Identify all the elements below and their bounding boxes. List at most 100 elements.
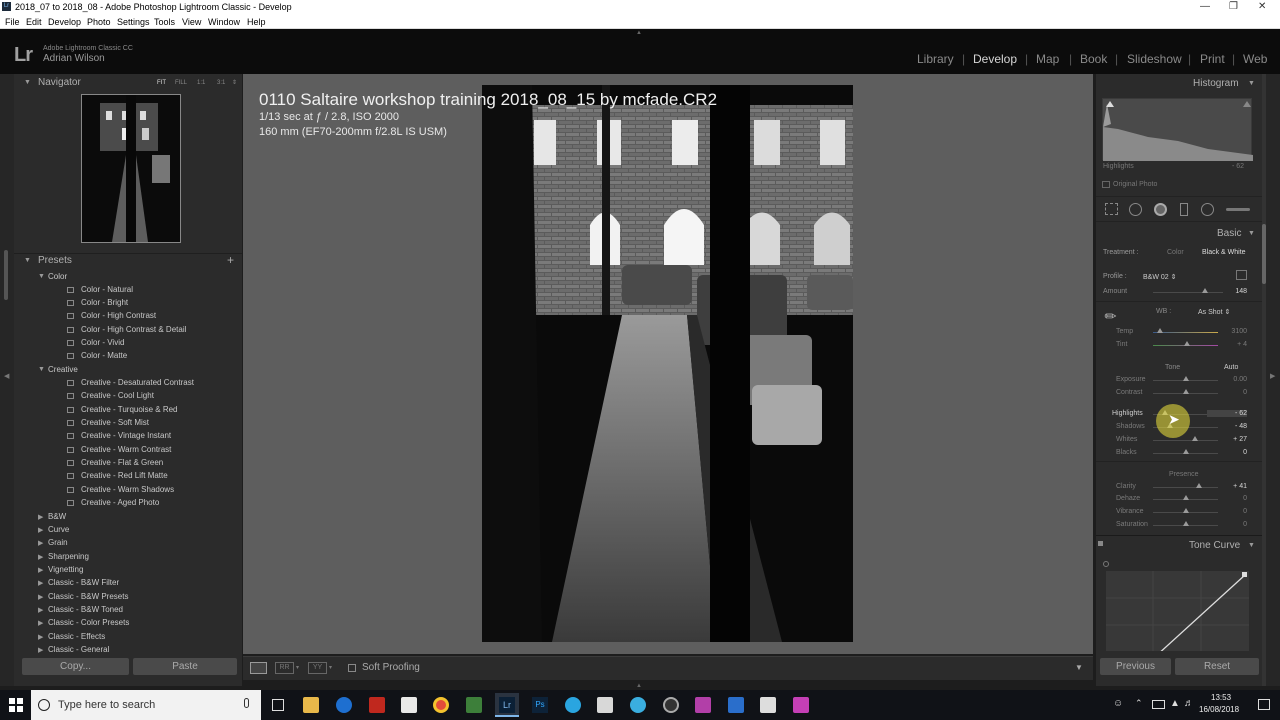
preset-item[interactable]: Creative - Cool Light [67, 391, 154, 400]
saturation-slider-thumb[interactable] [1182, 521, 1189, 526]
color-group-expanded-icon[interactable]: ▼ [38, 273, 45, 280]
dehaze-value[interactable]: 0 [1207, 495, 1247, 502]
profile-browser-icon[interactable] [1236, 270, 1247, 280]
vibrance-slider-thumb[interactable] [1182, 508, 1189, 513]
chrome-icon[interactable] [433, 697, 449, 713]
navigator-preview[interactable] [81, 94, 181, 243]
menu-edit[interactable]: Edit [26, 17, 42, 27]
temp-value[interactable]: 3100 [1207, 328, 1247, 335]
collapse-left-icon[interactable]: ◀ [4, 372, 9, 380]
presets-collapse-icon[interactable]: ▼ [24, 257, 31, 264]
windows-start-icon[interactable] [9, 698, 23, 712]
soft-proofing-checkbox[interactable] [348, 664, 356, 672]
preset-item[interactable]: Creative - Warm Contrast [67, 445, 171, 454]
battery-icon[interactable] [1152, 700, 1165, 709]
panel-toggle-top-icon[interactable]: ▲ [636, 30, 642, 36]
right-edge-strip[interactable]: ▶ [1266, 74, 1280, 686]
volume-icon[interactable]: ♬ [1184, 698, 1194, 709]
red-eye-icon[interactable] [1154, 203, 1167, 216]
wb-dropdown[interactable]: As Shot ⇕ [1198, 308, 1230, 316]
app-icon-red[interactable] [369, 697, 385, 713]
photo-preview[interactable] [482, 85, 853, 642]
shadow-clipping-icon[interactable] [1106, 101, 1114, 107]
whites-slider-thumb[interactable] [1191, 436, 1198, 441]
tone-curve-toggle-icon[interactable] [1098, 541, 1103, 546]
app-icon-purple[interactable] [695, 697, 711, 713]
skype-icon[interactable] [565, 697, 581, 713]
preset-item[interactable]: Creative - Aged Photo [67, 498, 159, 507]
tone-curve-collapse-icon[interactable]: ▼ [1248, 542, 1255, 549]
histogram-collapse-icon[interactable]: ▼ [1248, 80, 1255, 87]
left-panel-scrollbar[interactable] [4, 250, 8, 300]
preset-item[interactable]: Creative - Soft Mist [67, 418, 149, 427]
saturation-value[interactable]: 0 [1207, 521, 1247, 528]
menu-file[interactable]: File [5, 17, 20, 27]
task-view-icon[interactable] [272, 699, 284, 711]
profile-dropdown[interactable]: B&W 02 ⇕ [1143, 273, 1177, 281]
toolbar-options-icon[interactable]: ▼ [1075, 663, 1083, 672]
auto-tone-button[interactable]: Auto [1224, 364, 1238, 371]
clarity-value[interactable]: + 41 [1207, 483, 1247, 490]
image-view[interactable]: 0110 Saltaire workshop training 2018_08_… [243, 74, 1093, 654]
menu-photo[interactable]: Photo [87, 17, 111, 27]
contrast-slider-thumb[interactable] [1182, 389, 1189, 394]
amount-value[interactable]: 148 [1207, 288, 1247, 295]
preset-group[interactable]: B&W [48, 512, 66, 521]
module-develop[interactable]: Develop [973, 52, 1017, 66]
reset-button[interactable]: Reset [1175, 658, 1259, 675]
treatment-color[interactable]: Color [1167, 249, 1184, 256]
paste-settings-button[interactable]: Paste [133, 658, 237, 675]
tone-curve-graph[interactable] [1106, 571, 1249, 651]
dehaze-slider-thumb[interactable] [1182, 495, 1189, 500]
whites-value[interactable]: + 27 [1207, 436, 1247, 443]
menu-tools[interactable]: Tools [154, 17, 175, 27]
blacks-slider-thumb[interactable] [1182, 449, 1189, 454]
preset-item[interactable]: Creative - Turquoise & Red [67, 405, 178, 414]
preset-group[interactable]: Grain [48, 538, 68, 547]
module-web[interactable]: Web [1243, 52, 1267, 66]
preset-item[interactable]: Color - Matte [67, 351, 127, 360]
highlights-value[interactable]: - 62 [1207, 410, 1247, 417]
module-map[interactable]: Map [1036, 52, 1059, 66]
swap-before-after-icon[interactable]: YY [308, 662, 327, 674]
navigator-collapse-icon[interactable]: ▼ [24, 79, 31, 86]
menu-settings[interactable]: Settings [117, 17, 150, 27]
exposure-value[interactable]: 0.00 [1207, 376, 1247, 383]
zoom-1-1[interactable]: 1:1 [197, 80, 205, 86]
menu-help[interactable]: Help [247, 17, 266, 27]
previous-button[interactable]: Previous [1100, 658, 1171, 675]
clock-date[interactable]: 16/08/2018 [1199, 705, 1239, 714]
show-hidden-icons[interactable]: ⌃ [1135, 698, 1143, 709]
action-center-icon[interactable] [1258, 699, 1270, 710]
edge-browser-icon[interactable] [336, 697, 352, 713]
preset-item[interactable]: Creative - Desaturated Contrast [67, 378, 194, 387]
preset-group[interactable]: Curve [48, 525, 69, 534]
tint-slider-thumb[interactable] [1183, 341, 1190, 346]
basic-collapse-icon[interactable]: ▼ [1248, 230, 1255, 237]
preset-item[interactable]: Color - Vivid [67, 338, 124, 347]
calculator-icon[interactable] [760, 697, 776, 713]
preset-item[interactable]: Color - Natural [67, 285, 133, 294]
basic-title[interactable]: Basic [1217, 228, 1241, 239]
shadows-value[interactable]: - 48 [1207, 423, 1247, 430]
preset-group[interactable]: Classic - General [48, 645, 109, 654]
preset-item[interactable]: Creative - Red Lift Matte [67, 471, 168, 480]
preset-group-color[interactable]: Color [48, 272, 67, 281]
original-photo-checkbox[interactable] [1102, 181, 1110, 188]
app-icon-blue[interactable] [630, 697, 646, 713]
photoshop-taskbar-icon[interactable]: Ps [532, 697, 548, 713]
loupe-view-icon[interactable] [250, 662, 267, 674]
tint-value[interactable]: + 4 [1207, 341, 1247, 348]
adjustment-brush-icon[interactable] [1226, 208, 1250, 211]
menu-window[interactable]: Window [208, 17, 240, 27]
white-balance-eyedropper-icon[interactable]: ✎ [1101, 306, 1121, 326]
preset-group[interactable]: Classic - B&W Filter [48, 578, 119, 587]
taskbar-search-box[interactable]: Type here to search [31, 690, 261, 720]
highlight-clipping-icon[interactable] [1243, 101, 1251, 107]
before-after-menu-icon[interactable]: ▾ [296, 664, 299, 671]
app-icon-green[interactable] [466, 697, 482, 713]
zoom-fill[interactable]: FILL [175, 80, 187, 86]
presets-title[interactable]: Presets [38, 255, 72, 266]
module-book[interactable]: Book [1080, 52, 1107, 66]
preset-item[interactable]: Creative - Warm Shadows [67, 485, 174, 494]
